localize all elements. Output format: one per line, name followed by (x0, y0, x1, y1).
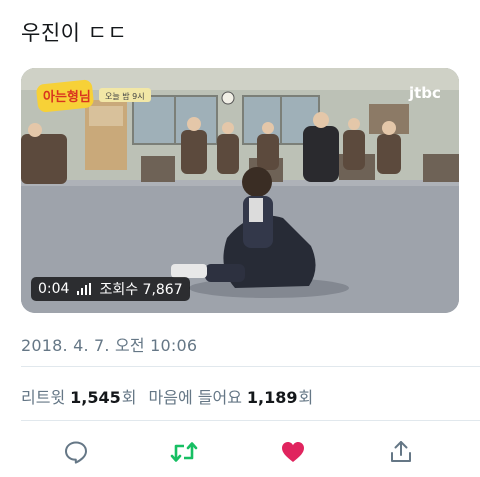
like-count: 1,189 (246, 388, 298, 407)
like-unit: 회 (298, 388, 314, 407)
like-label: 마음에 들어요 (148, 388, 242, 407)
video-views: 조회수 7,867 (99, 282, 183, 298)
like-button[interactable] (279, 438, 307, 466)
video-duration: 0:04 (38, 281, 70, 297)
retweet-count: 1,545 (70, 388, 121, 407)
tweet-actions (0, 432, 480, 472)
show-logo: 아는형님 (43, 89, 91, 105)
like-icon (282, 442, 304, 462)
divider (21, 420, 480, 421)
tweet-stats: 리트윗 1,545 회 마음에 들어요 1,189 회 (21, 384, 325, 408)
tweet-text: 우진이 ㄷㄷ (21, 21, 128, 45)
reply-button[interactable] (62, 438, 90, 466)
reply-icon (65, 441, 87, 464)
signal-icon (77, 283, 92, 295)
retweet-label: 리트윗 (21, 388, 66, 407)
divider (21, 366, 480, 367)
share-icon (391, 441, 411, 462)
show-caption: 오늘 밤 9시 (105, 91, 145, 101)
channel-logo: jtbc (408, 84, 441, 102)
like-stat[interactable]: 마음에 들어요 1,189 회 (149, 384, 314, 408)
retweet-stat[interactable]: 리트윗 1,545 회 (21, 384, 137, 408)
retweet-unit: 회 (121, 388, 137, 407)
tweet-timestamp[interactable]: 2018. 4. 7. 오전 10:06 (21, 332, 197, 356)
video-info-badge: 0:04 조회수 7,867 (31, 277, 190, 301)
share-button[interactable] (387, 438, 415, 466)
retweet-icon (170, 442, 198, 462)
retweet-button[interactable] (170, 438, 198, 466)
